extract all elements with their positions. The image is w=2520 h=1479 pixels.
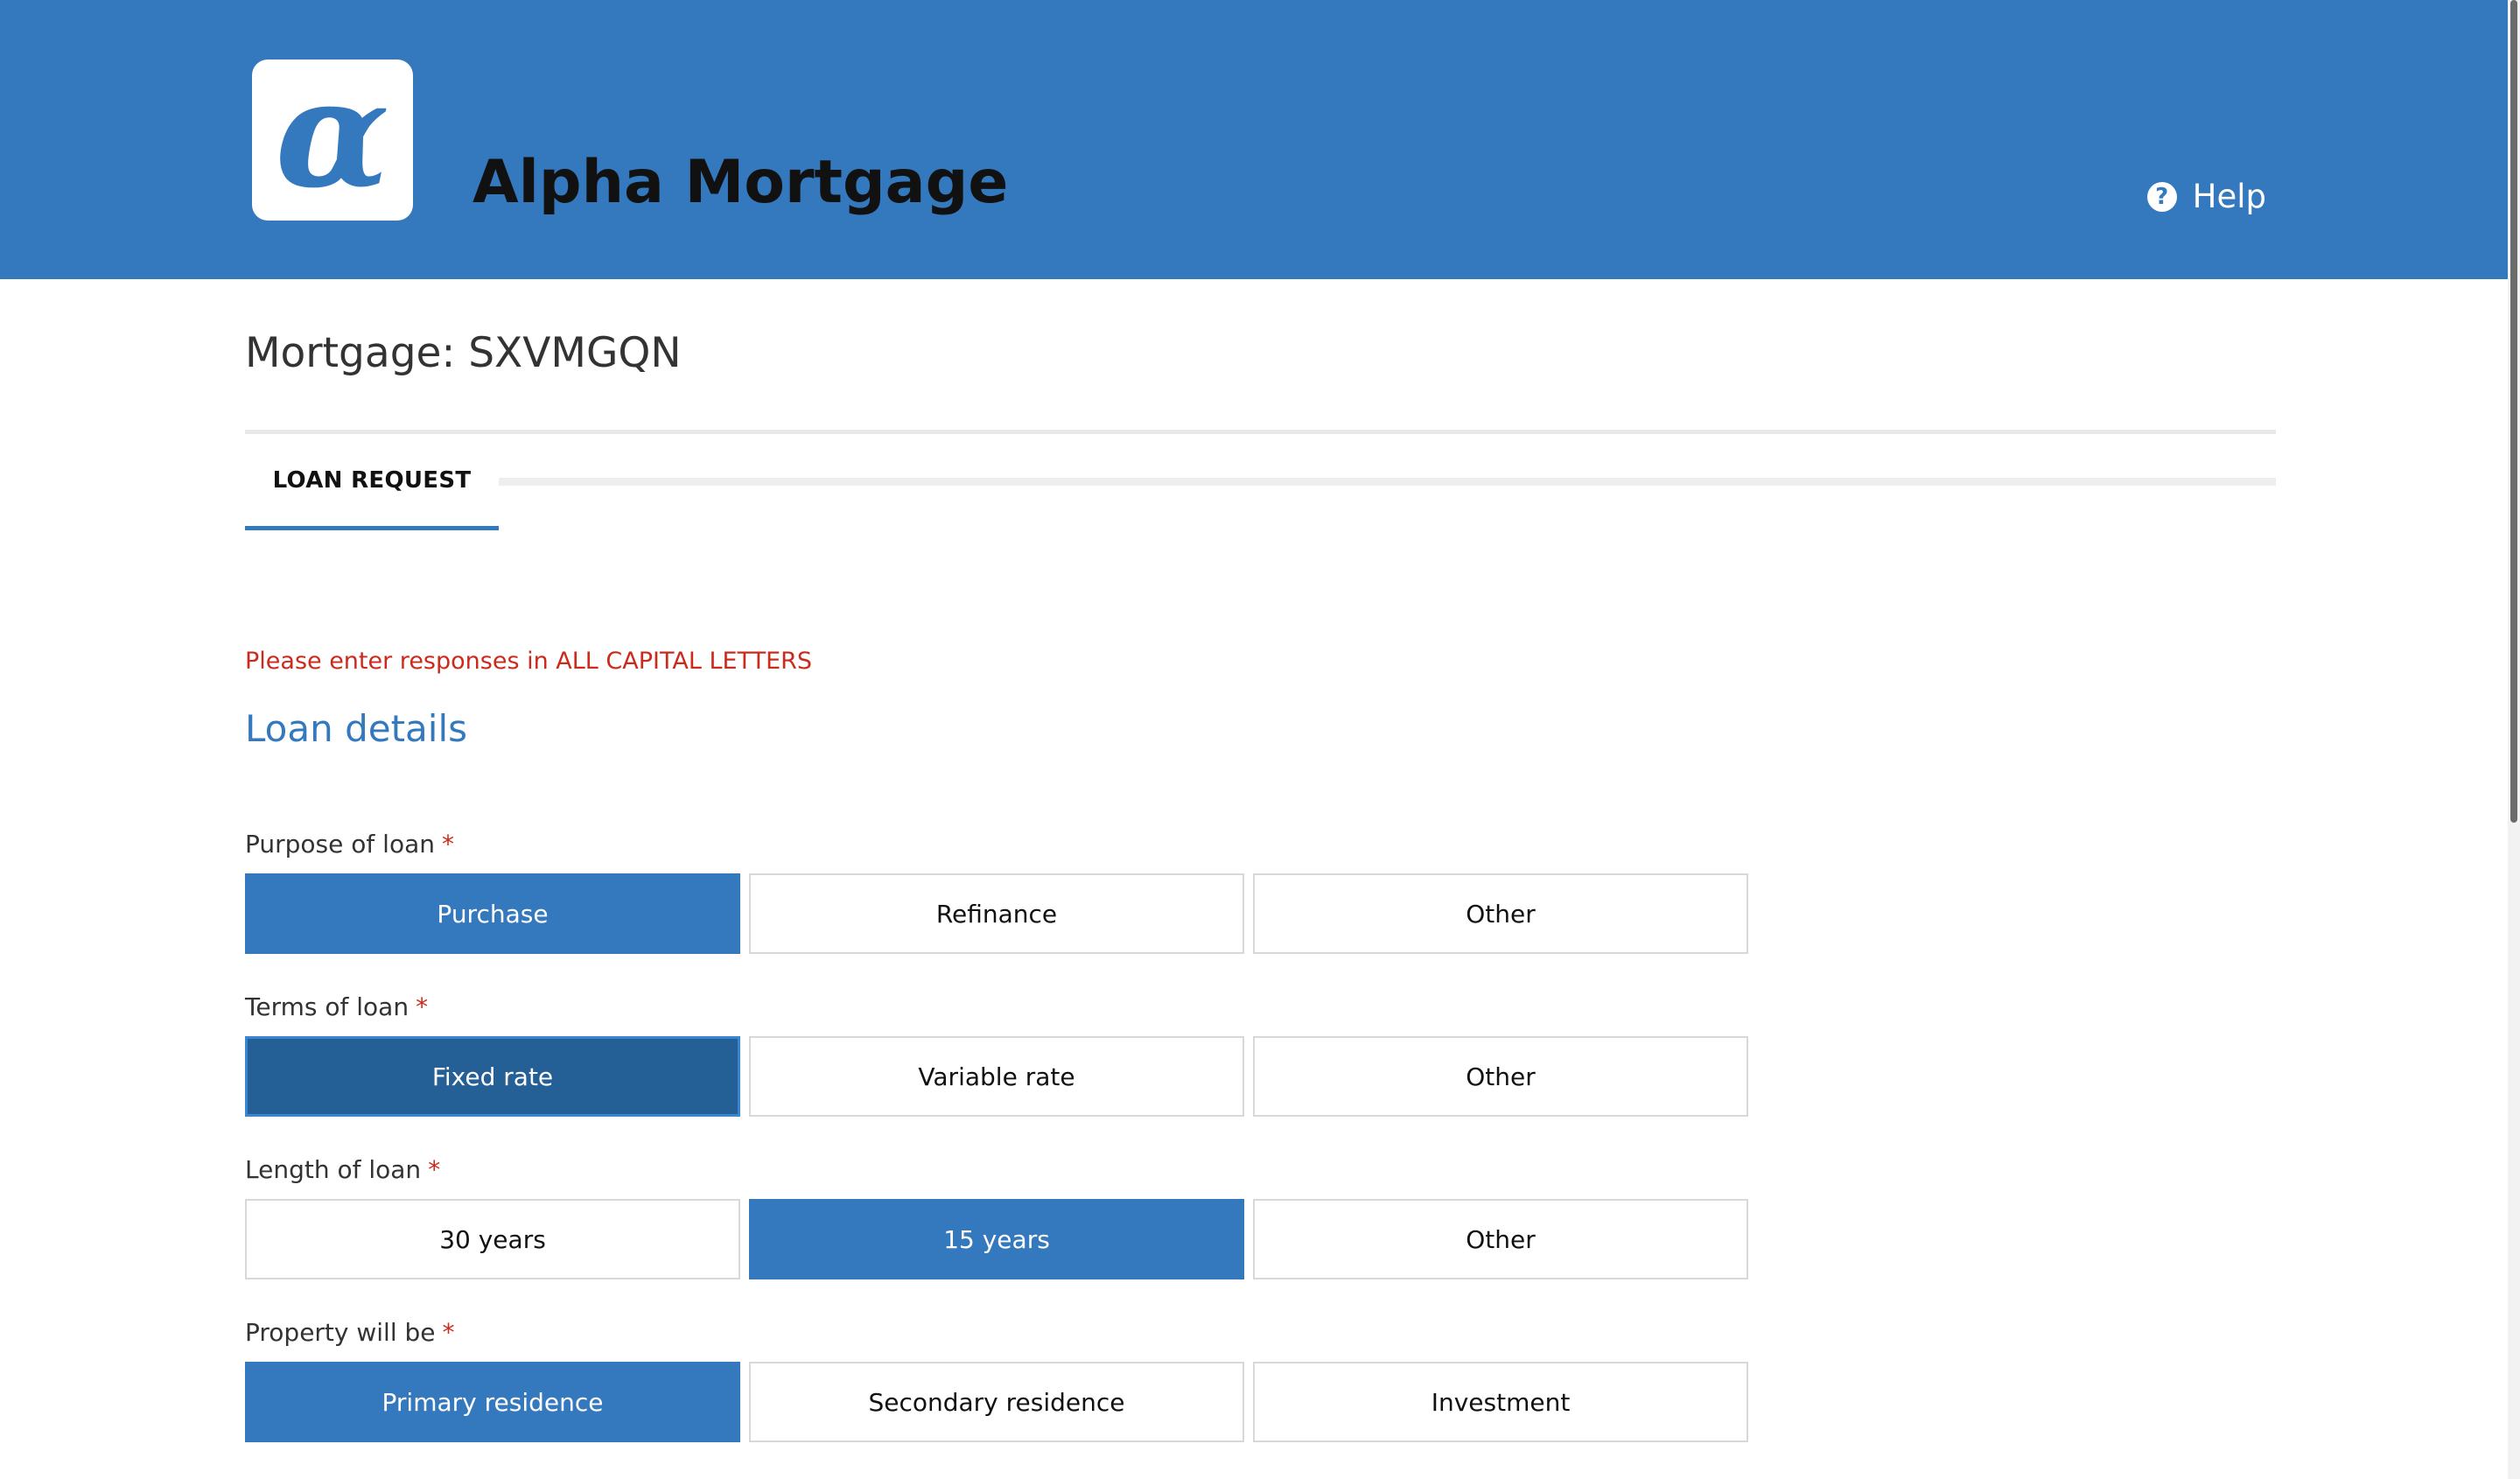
property-option-primary-residence[interactable]: Primary residence <box>245 1362 740 1442</box>
tab-loan-request[interactable]: LOAN REQUEST <box>245 434 499 530</box>
required-marker: * <box>428 1155 441 1184</box>
length-of-loan-label: Length of loan * <box>245 1155 440 1184</box>
required-marker: * <box>441 830 454 859</box>
required-marker: * <box>416 992 429 1021</box>
purpose-of-loan-label-text: Purpose of loan <box>245 830 435 859</box>
purpose-option-refinance[interactable]: Refinance <box>749 873 1244 954</box>
section-title-loan-details: Loan details <box>245 707 467 750</box>
terms-option-variable-rate[interactable]: Variable rate <box>749 1036 1244 1117</box>
purpose-option-purchase[interactable]: Purchase <box>245 873 740 954</box>
property-will-be-label: Property will be * <box>245 1318 455 1347</box>
tab-track <box>499 478 2276 486</box>
purpose-of-loan-options: Purchase Refinance Other <box>245 873 1748 954</box>
length-option-30-years[interactable]: 30 years <box>245 1199 740 1279</box>
property-option-investment[interactable]: Investment <box>1253 1362 1748 1442</box>
page-scrollbar[interactable] <box>2508 0 2520 1479</box>
help-link[interactable]: ? Help <box>2146 178 2266 215</box>
help-label: Help <box>2192 178 2266 215</box>
length-of-loan-options: 30 years 15 years Other <box>245 1199 1748 1279</box>
terms-of-loan-label: Terms of loan * <box>245 992 428 1021</box>
terms-option-fixed-rate[interactable]: Fixed rate <box>245 1036 740 1117</box>
length-of-loan-label-text: Length of loan <box>245 1155 422 1184</box>
page-title: Mortgage: SXVMGQN <box>245 329 682 377</box>
required-marker: * <box>442 1318 455 1347</box>
property-option-secondary-residence[interactable]: Secondary residence <box>749 1362 1244 1442</box>
capital-letters-notice: Please enter responses in ALL CAPITAL LE… <box>245 648 813 675</box>
terms-of-loan-label-text: Terms of loan <box>245 992 410 1021</box>
terms-option-other[interactable]: Other <box>1253 1036 1748 1117</box>
app-title: Alpha Mortgage <box>472 148 1009 217</box>
scrollbar-thumb[interactable] <box>2510 0 2517 823</box>
page: α Alpha Mortgage ? Help Mortgage: SXVMGQ… <box>0 0 2520 1479</box>
app-header: α Alpha Mortgage ? Help <box>0 0 2520 279</box>
property-will-be-options: Primary residence Secondary residence In… <box>245 1362 1748 1442</box>
length-option-15-years[interactable]: 15 years <box>749 1199 1244 1279</box>
alpha-logo[interactable]: α <box>252 60 413 221</box>
purpose-of-loan-label: Purpose of loan * <box>245 830 454 859</box>
property-will-be-label-text: Property will be <box>245 1318 436 1347</box>
purpose-option-other[interactable]: Other <box>1253 873 1748 954</box>
tab-bar: LOAN REQUEST <box>245 434 2276 530</box>
length-option-other[interactable]: Other <box>1253 1199 1748 1279</box>
terms-of-loan-options: Fixed rate Variable rate Other <box>245 1036 1748 1117</box>
question-circle-icon: ? <box>2146 181 2177 212</box>
alpha-logo-icon: α <box>275 46 390 221</box>
